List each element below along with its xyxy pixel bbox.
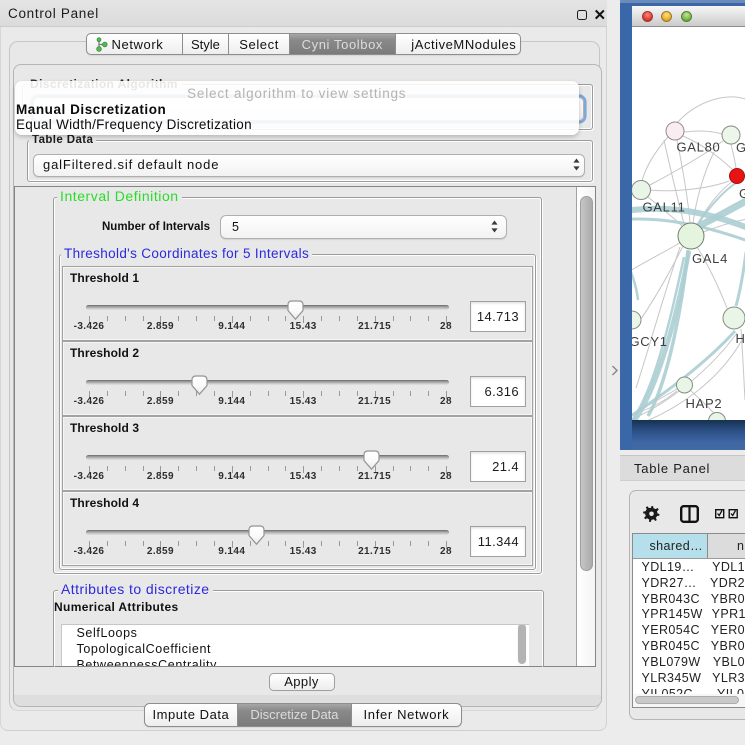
svg-text:GAL80: GAL80 <box>677 140 721 155</box>
svg-text:H: H <box>736 331 745 346</box>
svg-text:GCY1: GCY1 <box>632 334 668 349</box>
svg-text:GAL11: GAL11 <box>643 200 686 215</box>
svg-text:G: G <box>739 186 745 201</box>
svg-text:GAL4: GAL4 <box>692 251 728 266</box>
svg-text:GA: GA <box>736 140 745 155</box>
svg-text:HAP2: HAP2 <box>686 396 723 411</box>
